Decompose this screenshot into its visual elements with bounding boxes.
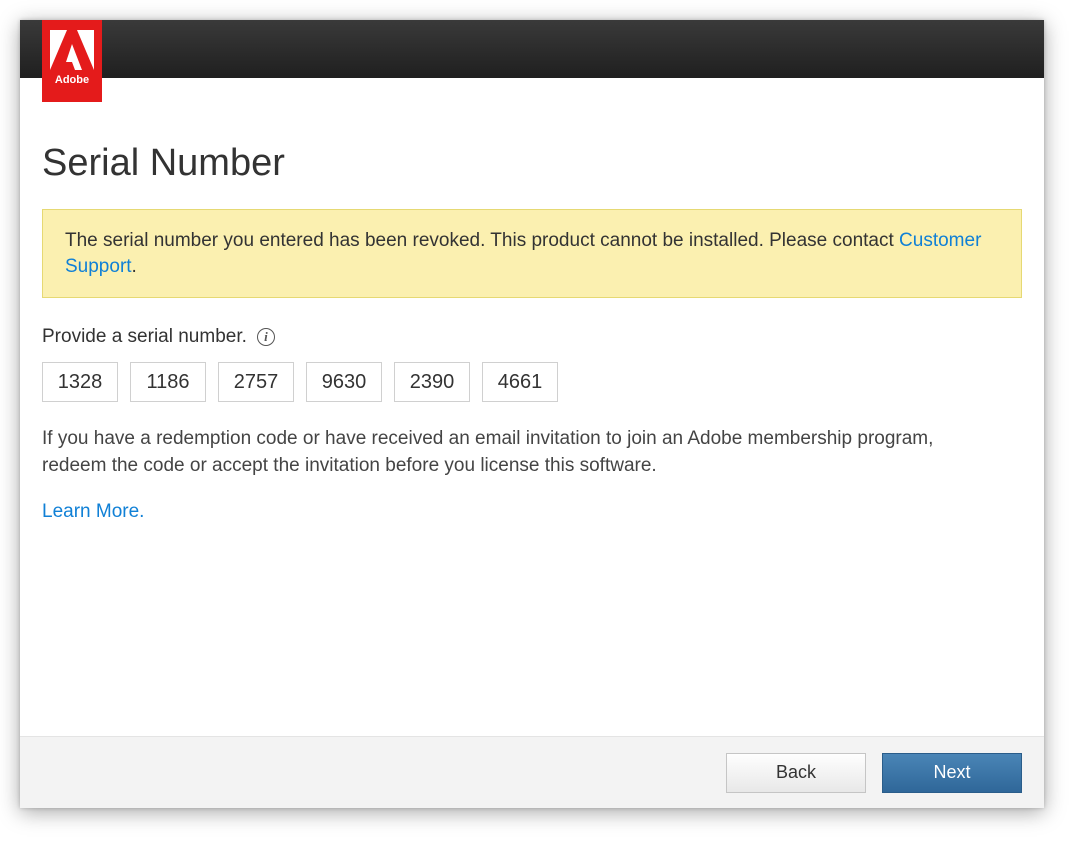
- adobe-logo: Adobe: [42, 20, 102, 102]
- back-button[interactable]: Back: [726, 753, 866, 793]
- next-button[interactable]: Next: [882, 753, 1022, 793]
- serial-prompt-label: Provide a serial number.: [42, 326, 247, 348]
- info-icon[interactable]: i: [257, 328, 275, 346]
- installer-window: Adobe Serial Number The serial number yo…: [20, 20, 1044, 808]
- adobe-a-icon: [50, 28, 94, 72]
- alert-text-before: The serial number you entered has been r…: [65, 230, 899, 251]
- footer-bar: Back Next: [20, 736, 1044, 808]
- title-bar: Adobe: [20, 20, 1044, 78]
- alert-text-after: .: [132, 256, 137, 277]
- content-area: Serial Number The serial number you ente…: [20, 78, 1044, 736]
- learn-more-link[interactable]: Learn More.: [42, 501, 144, 522]
- serial-field-4[interactable]: [306, 362, 382, 402]
- serial-prompt-row: Provide a serial number. i: [42, 326, 1022, 348]
- redemption-help-text: If you have a redemption code or have re…: [42, 426, 1002, 479]
- serial-field-6[interactable]: [482, 362, 558, 402]
- adobe-logo-text: Adobe: [55, 74, 89, 86]
- serial-field-5[interactable]: [394, 362, 470, 402]
- serial-field-1[interactable]: [42, 362, 118, 402]
- serial-field-2[interactable]: [130, 362, 206, 402]
- serial-input-row: [42, 362, 1022, 402]
- revoked-alert: The serial number you entered has been r…: [42, 209, 1022, 298]
- serial-field-3[interactable]: [218, 362, 294, 402]
- page-title: Serial Number: [42, 142, 1022, 185]
